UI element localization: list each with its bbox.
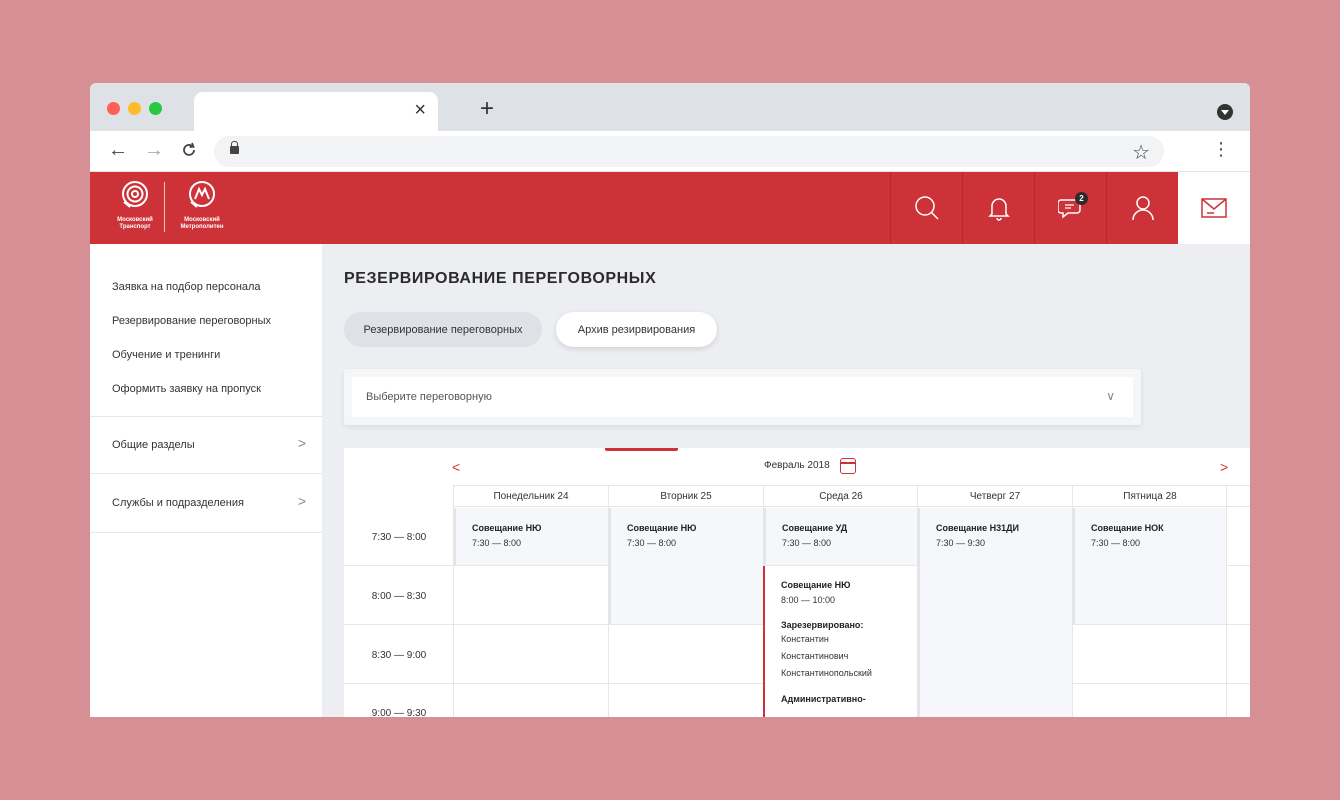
calendar-event[interactable]: Совещание НЮ 7:30 — 8:00 <box>609 508 763 624</box>
event-time: 7:30 — 8:00 <box>627 538 677 548</box>
close-tab-icon[interactable]: × <box>414 100 426 120</box>
moscow-metro-logo[interactable]: Московский Метрополитен <box>172 180 232 231</box>
time-slot-label: 9:00 — 9:30 <box>371 708 427 717</box>
tab-booking-archive[interactable]: Архив резирвирования <box>556 312 717 347</box>
sidebar: Заявка на подбор персонала Резервировани… <box>90 244 322 717</box>
browser-window: × + ← → ☆ ⋮ Московский Транспорт Московс… <box>90 83 1250 717</box>
day-header: Среда 26 <box>763 485 918 507</box>
tab-room-booking[interactable]: Резервирование переговорных <box>344 312 542 347</box>
event-title: Совещание НЮ <box>781 580 851 590</box>
reserved-by-label: Зарезервировано: <box>781 620 864 630</box>
selected-calendar-event[interactable]: Совещание НЮ 8:00 — 10:00 Зарезервирован… <box>763 566 917 717</box>
logo2-text: Московский Метрополитен <box>180 217 224 230</box>
close-window-button[interactable] <box>107 102 120 115</box>
profile-menu-icon[interactable] <box>1217 104 1233 120</box>
mail-icon <box>1201 198 1227 218</box>
day-header: Четверг 27 <box>917 485 1072 507</box>
logo-divider <box>164 182 165 232</box>
name-line: Константинопольский <box>781 668 872 678</box>
department-label: Административно- <box>781 694 866 704</box>
metro-logo-icon <box>189 181 215 208</box>
browser-menu-icon[interactable]: ⋮ <box>1212 140 1230 158</box>
grid-line <box>1226 507 1227 717</box>
prev-week-button[interactable]: < <box>452 459 460 475</box>
user-icon <box>1131 196 1154 221</box>
day-header-overflow <box>1226 485 1250 507</box>
event-time: 7:30 — 8:00 <box>1091 538 1141 548</box>
calendar-event[interactable]: Совещание Н31ДИ 7:30 — 9:30 <box>918 508 1072 717</box>
sidebar-group-label: Службы и подразделения <box>112 497 244 509</box>
calendar-indicator <box>605 448 678 451</box>
calendar-event[interactable]: Совещание НОК 7:30 — 8:00 <box>1073 508 1226 624</box>
sidebar-item-staff-request[interactable]: Заявка на подбор персонала <box>112 281 261 293</box>
time-slot-label: 8:30 — 9:00 <box>371 650 427 661</box>
room-select[interactable]: Выберите переговорную ∨ <box>352 377 1133 417</box>
time-slot-label: 7:30 — 8:00 <box>371 532 427 543</box>
sidebar-group-general[interactable]: Общие разделы > <box>90 417 322 473</box>
new-tab-button[interactable]: + <box>480 97 494 121</box>
booking-calendar: < Февраль 2018 > Понедельник 24 Вторник … <box>344 448 1250 717</box>
room-select-placeholder: Выберите переговорную <box>366 391 492 403</box>
time-slot-label: 8:00 — 8:30 <box>371 591 427 602</box>
event-title: Совещание Н31ДИ <box>936 523 1019 533</box>
browser-toolbar: ← → ☆ ⋮ <box>90 131 1250 172</box>
moscow-transport-logo[interactable]: Московский Транспорт <box>110 180 160 231</box>
tab-bar: × + <box>90 83 1250 132</box>
calendar-icon[interactable] <box>840 458 856 474</box>
name-line: Константинович <box>781 651 849 661</box>
chevron-right-icon: > <box>297 493 306 509</box>
room-select-panel: Выберите переговорную ∨ <box>344 369 1141 425</box>
sidebar-group-services[interactable]: Службы и подразделения > <box>90 475 322 531</box>
chevron-down-icon: ∨ <box>1106 389 1115 403</box>
bookmark-star-icon[interactable]: ☆ <box>1132 140 1150 165</box>
chevron-right-icon: > <box>297 435 306 451</box>
day-header: Понедельник 24 <box>453 485 608 507</box>
event-title: Совещание НЮ <box>627 523 697 533</box>
sidebar-divider <box>90 532 322 533</box>
forward-arrow-icon[interactable]: → <box>144 140 164 160</box>
messages-button[interactable]: 2 <box>1034 172 1106 244</box>
next-week-button[interactable]: > <box>1220 459 1228 475</box>
sidebar-divider <box>90 473 322 474</box>
name-line: Константин <box>781 634 829 644</box>
calendar-event[interactable]: Совещание УД 7:30 — 8:00 <box>764 508 917 565</box>
logo1-text: Московский Транспорт <box>117 217 153 230</box>
day-header: Вторник 25 <box>608 485 763 507</box>
page-title: РЕЗЕРВИРОВАНИЕ ПЕРЕГОВОРНЫХ <box>344 270 657 287</box>
transport-logo-icon <box>122 181 148 208</box>
event-time: 7:30 — 9:30 <box>936 538 986 548</box>
reload-icon[interactable] <box>180 141 198 159</box>
event-title: Совещание УД <box>782 523 848 533</box>
maximize-window-button[interactable] <box>149 102 162 115</box>
bell-icon <box>987 198 1010 221</box>
notifications-button[interactable] <box>962 172 1034 244</box>
calendar-month: Февраль 2018 <box>764 460 830 471</box>
window-controls <box>107 102 162 115</box>
app-header: Московский Транспорт Московский Метропол… <box>90 172 1250 244</box>
event-title: Совещание НЮ <box>472 523 542 533</box>
sidebar-item-training[interactable]: Обучение и тренинги <box>112 349 220 361</box>
reserved-by-name: Константин Константинович Константинопол… <box>781 631 917 682</box>
sidebar-item-room-booking[interactable]: Резервирование переговорных <box>112 315 271 327</box>
chat-badge: 2 <box>1075 192 1088 205</box>
main-content: РЕЗЕРВИРОВАНИЕ ПЕРЕГОВОРНЫХ Резервирован… <box>322 244 1250 717</box>
mail-button[interactable] <box>1178 172 1250 244</box>
lock-icon <box>230 141 239 154</box>
minimize-window-button[interactable] <box>128 102 141 115</box>
event-time: 7:30 — 8:00 <box>782 538 832 548</box>
back-arrow-icon[interactable]: ← <box>108 140 128 160</box>
event-time: 8:00 — 10:00 <box>781 595 836 605</box>
search-button[interactable] <box>890 172 962 244</box>
address-bar[interactable]: ☆ <box>214 136 1164 167</box>
browser-tab[interactable]: × <box>194 92 438 132</box>
search-icon <box>914 196 939 220</box>
calendar-event[interactable]: Совещание НЮ 7:30 — 8:00 <box>454 508 608 565</box>
event-title: Совещание НОК <box>1091 523 1164 533</box>
sidebar-item-pass-request[interactable]: Оформить заявку на пропуск <box>112 383 261 395</box>
day-header: Пятница 28 <box>1072 485 1227 507</box>
sidebar-group-label: Общие разделы <box>112 439 195 451</box>
event-time: 7:30 — 8:00 <box>472 538 522 548</box>
profile-button[interactable] <box>1106 172 1178 244</box>
